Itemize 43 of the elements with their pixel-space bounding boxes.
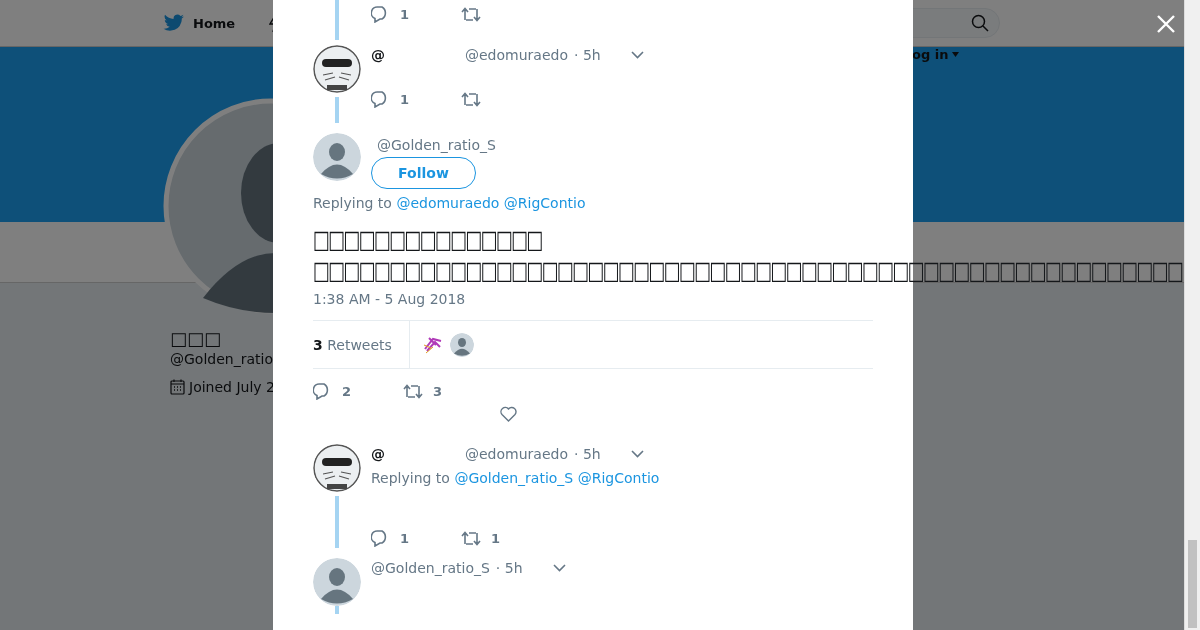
replying-to-text: Replying to @edomuraedo @RigContio [313, 195, 587, 211]
user-handle[interactable]: @Golden_ratio_S [371, 560, 490, 576]
caret-icon[interactable] [630, 51, 644, 59]
caret-icon[interactable] [952, 52, 960, 57]
user-handle[interactable]: @Golden_ratio_S [377, 137, 496, 153]
tweet-time[interactable]: · 5h [574, 47, 601, 63]
user-handle[interactable]: @edomuraedo [465, 47, 568, 63]
like-icon[interactable] [500, 406, 517, 422]
tweet-time[interactable]: · 5h [495, 560, 523, 576]
mention-link[interactable]: @RigContio [503, 195, 586, 211]
user-handle[interactable]: @edomuraedo [465, 446, 568, 462]
retweet-icon[interactable] [461, 6, 481, 22]
profile-handle: @Golden_ratio [170, 351, 273, 367]
caret-icon[interactable] [552, 564, 566, 572]
avatar-icon[interactable] [313, 444, 361, 492]
retweet-icon[interactable] [403, 383, 423, 399]
profile-name: □□□ [170, 328, 222, 349]
reply-count: 1 [400, 91, 410, 107]
bird-icon [163, 14, 185, 32]
retweet-icon[interactable] [461, 91, 481, 107]
search-icon[interactable] [971, 14, 989, 32]
joined-date: Joined July 2 [189, 379, 275, 395]
follow-button[interactable]: Follow [371, 157, 476, 189]
avatar-icon[interactable] [313, 45, 361, 93]
retweet-count: 1 [491, 530, 501, 546]
mention-link[interactable]: @edomuraedo [396, 195, 500, 211]
reply-count: 1 [400, 530, 410, 546]
reply-count: 2 [342, 383, 352, 399]
retweet-count: 3 [433, 383, 443, 399]
display-name[interactable]: @ [371, 446, 465, 462]
tweet-time[interactable]: · 5h [574, 446, 601, 462]
calendar-icon [170, 379, 185, 395]
mention-link[interactable]: @Golden_ratio_S [454, 470, 574, 486]
retweet-icon[interactable] [461, 530, 481, 546]
tweet-timestamp: 1:38 AM - 5 Aug 2018 [313, 291, 873, 321]
scrollbar[interactable] [1184, 0, 1200, 630]
mention-link[interactable]: @RigContio [577, 470, 660, 486]
home-tab[interactable]: Home [163, 14, 236, 32]
replying-to-text: Replying to @Golden_ratio_S @RigContio [371, 470, 661, 486]
caret-icon[interactable] [630, 450, 644, 458]
display-name[interactable]: @ [371, 47, 465, 63]
retweet-stat[interactable]: 3 Retweets [313, 336, 404, 353]
reply-count: 1 [400, 6, 410, 22]
